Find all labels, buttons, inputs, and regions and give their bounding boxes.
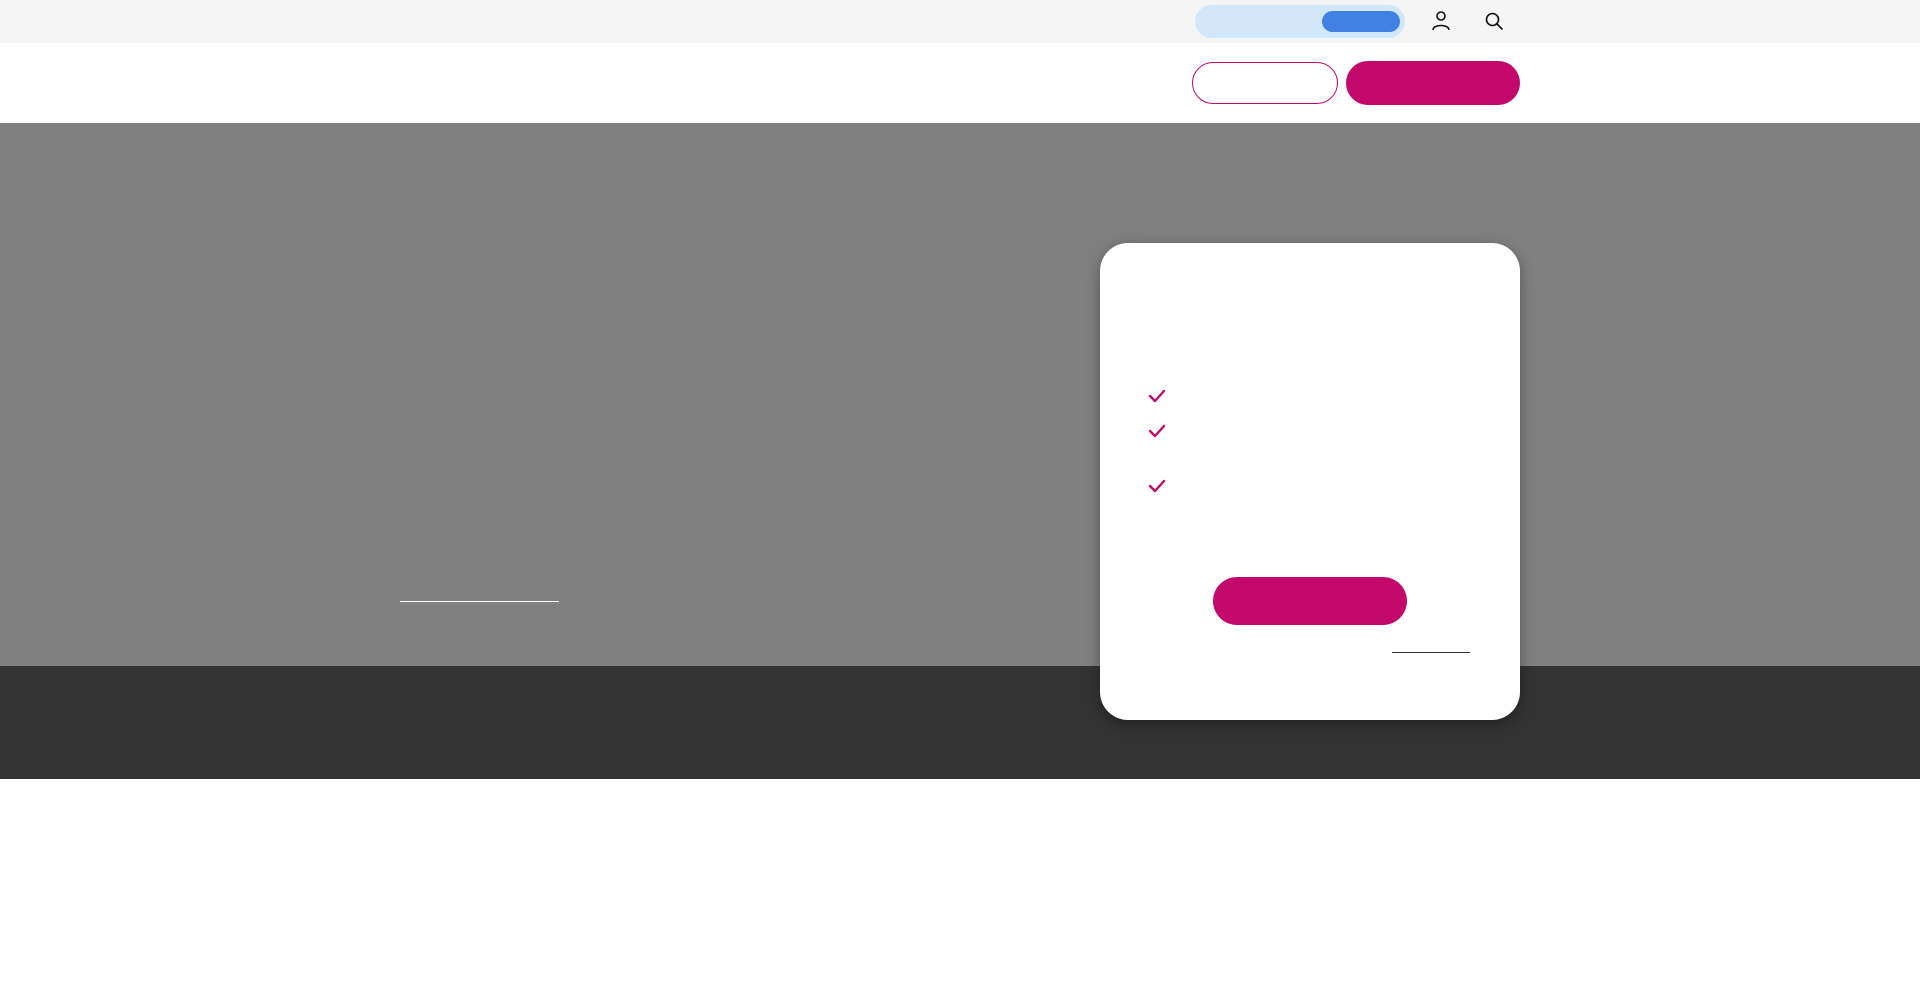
checklist-item xyxy=(1148,387,1478,411)
search-icon-svg xyxy=(1485,12,1503,30)
card-subtitle xyxy=(1148,333,1478,353)
checkmark-icon xyxy=(1148,479,1166,493)
user-icon[interactable] xyxy=(1426,6,1456,36)
main-header xyxy=(0,43,1920,123)
card-title xyxy=(1148,287,1478,317)
site-toggle[interactable] xyxy=(1195,5,1405,38)
card-link[interactable] xyxy=(1392,637,1470,653)
site-toggle-knob[interactable] xyxy=(1322,11,1400,32)
utility-bar xyxy=(0,0,1920,43)
secondary-header-button[interactable] xyxy=(1192,62,1338,104)
checkmark-icon xyxy=(1148,424,1166,438)
dark-band xyxy=(0,666,1920,779)
checklist-item xyxy=(1148,422,1478,446)
search-icon[interactable] xyxy=(1479,6,1509,36)
page xyxy=(0,0,1920,993)
checkmark-icon xyxy=(1148,389,1166,403)
offer-card xyxy=(1100,243,1520,720)
hero-section xyxy=(0,123,1920,666)
checklist-item xyxy=(1148,477,1478,501)
primary-header-button[interactable] xyxy=(1346,61,1520,105)
card-cta-button[interactable] xyxy=(1213,577,1407,625)
user-icon-svg xyxy=(1432,11,1450,31)
hero-link[interactable] xyxy=(400,583,559,602)
